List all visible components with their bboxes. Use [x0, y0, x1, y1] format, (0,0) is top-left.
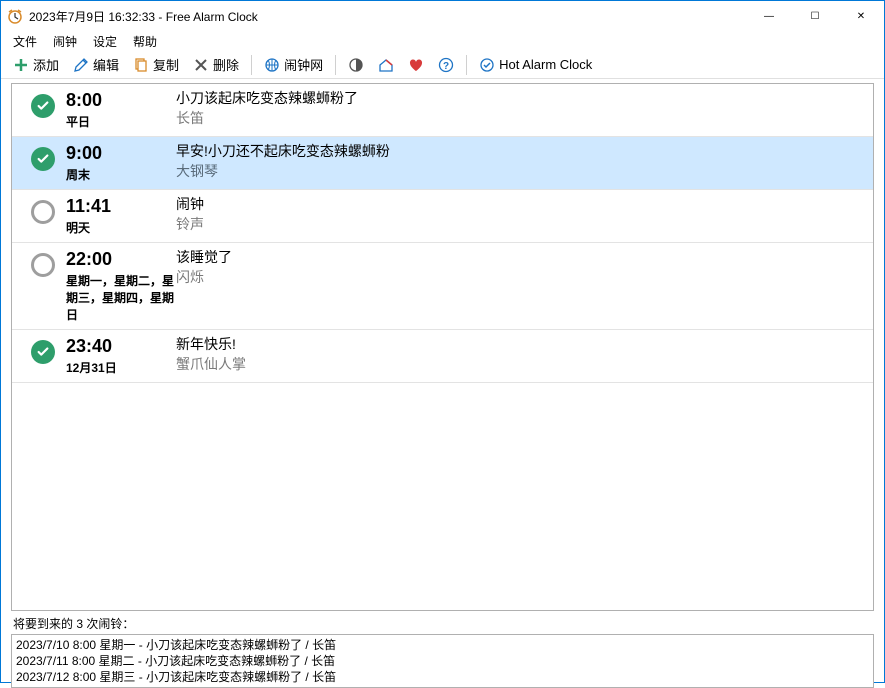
separator: [466, 55, 467, 75]
alarm-time: 8:00: [66, 90, 176, 111]
window-title: 2023年7月9日 16:32:33 - Free Alarm Clock: [29, 8, 746, 25]
disabled-circle-icon[interactable]: [31, 200, 55, 224]
alarm-row[interactable]: 8:00 平日小刀该起床吃变态辣螺蛳粉了长笛: [12, 84, 873, 137]
alarm-title: 小刀该起床吃变态辣螺蛳粉了: [176, 88, 865, 108]
titlebar: 2023年7月9日 16:32:33 - Free Alarm Clock — …: [1, 1, 884, 31]
disabled-circle-icon[interactable]: [31, 253, 55, 277]
alarm-title: 早安!小刀还不起床吃变态辣螺蛳粉: [176, 141, 865, 161]
maximize-button[interactable]: ☐: [792, 1, 838, 31]
menubar: 文件 闹钟 设定 帮助: [1, 31, 884, 51]
alarm-sound: 蟹爪仙人掌: [176, 354, 865, 374]
upcoming-line: 2023/7/10 8:00 星期一 - 小刀该起床吃变态辣螺蛳粉了 / 长笛: [16, 637, 869, 653]
alarm-time: 11:41: [66, 196, 176, 217]
contrast-icon: [348, 57, 364, 73]
alarmweb-label: 闹钟网: [284, 55, 323, 74]
alarm-time: 22:00: [66, 249, 176, 270]
hot-alarm-button[interactable]: Hot Alarm Clock: [473, 55, 598, 75]
alarm-day: 明天: [66, 219, 176, 236]
enabled-check-icon[interactable]: [31, 147, 55, 171]
alarm-title: 闹钟: [176, 194, 865, 214]
clock-check-icon: [479, 57, 495, 73]
alarm-sound: 大钢琴: [176, 161, 865, 181]
home-icon: [378, 57, 394, 73]
delete-label: 删除: [213, 55, 239, 74]
alarm-row[interactable]: 22:00星期一，星期二，星期三，星期四，星期日该睡觉了闪烁: [12, 243, 873, 330]
alarm-day: 12月31日: [66, 359, 176, 376]
menu-alarm[interactable]: 闹钟: [45, 31, 85, 52]
copy-button[interactable]: 复制: [127, 53, 185, 76]
alarm-list[interactable]: 8:00 平日小刀该起床吃变态辣螺蛳粉了长笛9:00 周末早安!小刀还不起床吃变态辣…: [11, 83, 874, 611]
globe-icon: [264, 57, 280, 73]
help-button[interactable]: ?: [432, 55, 460, 75]
alarm-sound: 铃声: [176, 214, 865, 234]
home-button[interactable]: [372, 55, 400, 75]
hot-alarm-label: Hot Alarm Clock: [499, 57, 592, 72]
close-button[interactable]: ✕: [838, 1, 884, 31]
minimize-button[interactable]: —: [746, 1, 792, 31]
menu-help[interactable]: 帮助: [125, 31, 165, 52]
alarm-row[interactable]: 11:41 明天闹钟铃声: [12, 190, 873, 243]
svg-text:?: ?: [443, 61, 449, 72]
separator: [251, 55, 252, 75]
alarm-day: 平日: [66, 113, 176, 130]
alarm-title: 新年快乐!: [176, 334, 865, 354]
delete-button[interactable]: 删除: [187, 53, 245, 76]
pencil-icon: [73, 57, 89, 73]
menu-file[interactable]: 文件: [5, 31, 45, 52]
alarm-title: 该睡觉了: [176, 247, 865, 267]
separator: [335, 55, 336, 75]
question-icon: ?: [438, 57, 454, 73]
copy-label: 复制: [153, 55, 179, 74]
enabled-check-icon[interactable]: [31, 94, 55, 118]
upcoming-label: 将要到来的 3 次闹铃：: [1, 613, 884, 634]
delete-icon: [193, 57, 209, 73]
alarm-row[interactable]: 9:00 周末早安!小刀还不起床吃变态辣螺蛳粉大钢琴: [12, 137, 873, 190]
enabled-check-icon[interactable]: [31, 340, 55, 364]
upcoming-line: 2023/7/11 8:00 星期二 - 小刀该起床吃变态辣螺蛳粉了 / 长笛: [16, 653, 869, 669]
contrast-button[interactable]: [342, 55, 370, 75]
alarm-row[interactable]: 23:40 12月31日新年快乐!蟹爪仙人掌: [12, 330, 873, 383]
add-label: 添加: [33, 55, 59, 74]
heart-icon: [408, 57, 424, 73]
heart-button[interactable]: [402, 55, 430, 75]
alarmweb-button[interactable]: 闹钟网: [258, 53, 329, 76]
alarm-sound: 闪烁: [176, 267, 865, 287]
plus-icon: [13, 57, 29, 73]
edit-button[interactable]: 编辑: [67, 53, 125, 76]
menu-settings[interactable]: 设定: [85, 31, 125, 52]
alarm-day: 星期一，星期二，星期三，星期四，星期日: [66, 272, 176, 323]
alarm-sound: 长笛: [176, 108, 865, 128]
alarm-time: 23:40: [66, 336, 176, 357]
edit-label: 编辑: [93, 55, 119, 74]
app-icon: [7, 8, 23, 24]
alarm-day: 周末: [66, 166, 176, 183]
copy-icon: [133, 57, 149, 73]
toolbar: 添加 编辑 复制 删除 闹钟网 ? Hot Alarm Clock: [1, 51, 884, 79]
add-button[interactable]: 添加: [7, 53, 65, 76]
alarm-time: 9:00: [66, 143, 176, 164]
upcoming-box: 2023/7/10 8:00 星期一 - 小刀该起床吃变态辣螺蛳粉了 / 长笛2…: [11, 634, 874, 688]
